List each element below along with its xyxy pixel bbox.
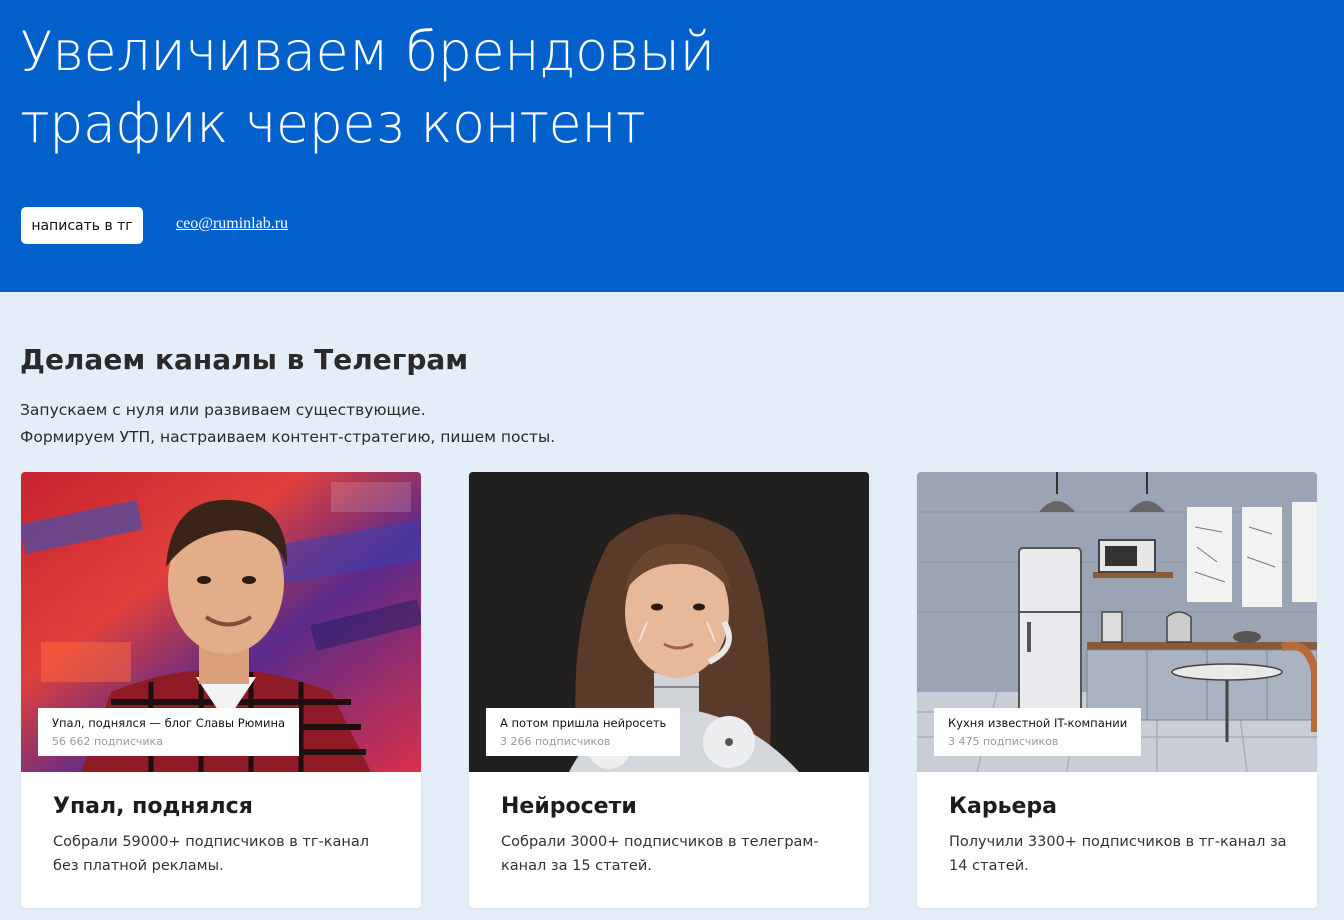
card-overlay-label: А потом пришла нейросеть 3 266 подписчик… (486, 708, 681, 756)
case-card-fall-rise[interactable]: Упал, поднялся — блог Славы Рюмина 56 66… (21, 472, 421, 908)
card-title: Нейросети (501, 794, 637, 819)
hero-banner: Увеличиваем брендовый трафик через конте… (0, 0, 1344, 292)
channel-name: Упал, поднялся — блог Славы Рюмина (52, 716, 286, 730)
card-photo-cyborg-girl: А потом пришла нейросеть 3 266 подписчик… (469, 472, 869, 772)
channel-name: А потом пришла нейросеть (500, 716, 667, 730)
case-card-career[interactable]: Кухня известной IT-компании 3 475 подпис… (917, 472, 1317, 908)
card-overlay-label: Кухня известной IT-компании 3 475 подпис… (934, 708, 1142, 756)
card-overlay-label: Упал, поднялся — блог Славы Рюмина 56 66… (38, 708, 300, 756)
section-desc-line2: Формируем УТП, настраиваем контент-страт… (20, 428, 556, 446)
hero-title: Увеличиваем брендовый трафик через конте… (20, 16, 840, 160)
section-title: Делаем каналы в Телеграм (20, 343, 469, 376)
channel-name: Кухня известной IT-компании (948, 716, 1128, 730)
section-description: Запускаем с нуля или развиваем существую… (20, 397, 555, 451)
write-telegram-button[interactable]: написать в тг (21, 207, 143, 244)
section-desc-line1: Запускаем с нуля или развиваем существую… (20, 401, 426, 419)
email-link[interactable]: ceo@ruminlab.ru (176, 215, 288, 233)
case-card-neural[interactable]: А потом пришла нейросеть 3 266 подписчик… (469, 472, 869, 908)
card-illustration-kitchen: Кухня известной IT-компании 3 475 подпис… (917, 472, 1317, 772)
card-description: Собрали 59000+ подписчиков в тг-канал бе… (53, 834, 369, 874)
subscriber-count: 3 266 подписчиков (500, 735, 611, 748)
hero-title-line2: трафик через контент (20, 92, 646, 155)
subscriber-count: 56 662 подписчика (52, 735, 163, 748)
card-title: Упал, поднялся (53, 794, 253, 819)
card-title: Карьера (949, 794, 1058, 819)
hero-title-line1: Увеличиваем брендовый (20, 20, 715, 83)
card-description: Собрали 3000+ подписчиков в телеграм-кан… (501, 834, 819, 874)
card-description: Получили 3300+ подписчиков в тг-канал за… (949, 834, 1287, 874)
subscriber-count: 3 475 подписчиков (948, 735, 1059, 748)
card-photo-portrait-man: Упал, поднялся — блог Славы Рюмина 56 66… (21, 472, 421, 772)
